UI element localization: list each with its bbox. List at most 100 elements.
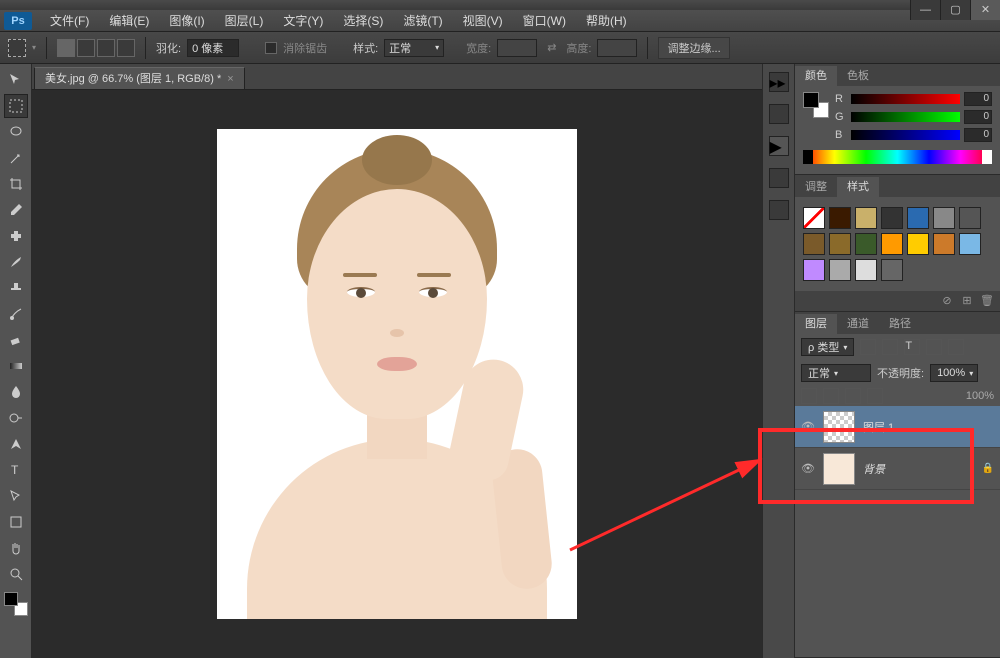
brushes-dock-icon[interactable]	[769, 168, 789, 188]
spectrum-bar[interactable]	[803, 150, 992, 164]
char-dock-icon[interactable]	[769, 200, 789, 220]
style-swatch[interactable]	[829, 233, 851, 255]
marquee-tool[interactable]	[4, 94, 28, 118]
close-tab-icon[interactable]: ×	[227, 68, 233, 90]
layer-filter-select[interactable]: ρ 类型▾	[801, 338, 854, 356]
b-slider[interactable]	[851, 130, 960, 140]
clear-style-icon[interactable]: ⊘	[940, 294, 954, 308]
style-swatch[interactable]	[803, 233, 825, 255]
style-swatch[interactable]	[933, 233, 955, 255]
style-swatch[interactable]	[803, 207, 825, 229]
trash-icon[interactable]: 🗑	[980, 294, 994, 308]
tool-preset-icon[interactable]	[8, 39, 26, 57]
lock-pos-icon[interactable]	[845, 388, 861, 404]
style-swatch[interactable]	[881, 259, 903, 281]
history-brush-tool[interactable]	[4, 302, 28, 326]
tab-swatches[interactable]: 色板	[837, 66, 879, 86]
maximize-button[interactable]: ▢	[940, 0, 970, 20]
tab-adjust[interactable]: 调整	[795, 177, 837, 197]
stamp-tool[interactable]	[4, 276, 28, 300]
tab-channels[interactable]: 通道	[837, 314, 879, 334]
minimize-button[interactable]: —	[910, 0, 940, 20]
menu-item[interactable]: 文件(F)	[40, 12, 99, 29]
heal-tool[interactable]	[4, 224, 28, 248]
style-swatch[interactable]	[829, 207, 851, 229]
filter-smart-icon[interactable]	[948, 339, 964, 355]
lasso-tool[interactable]	[4, 120, 28, 144]
pen-tool[interactable]	[4, 432, 28, 456]
layer-name[interactable]: 背景	[863, 461, 885, 477]
opacity-input[interactable]: 100%▾	[930, 364, 978, 382]
menu-item[interactable]: 图层(L)	[215, 12, 274, 29]
hand-tool[interactable]	[4, 536, 28, 560]
menu-item[interactable]: 窗口(W)	[513, 12, 576, 29]
color-fgbg-swatch[interactable]	[803, 92, 829, 118]
path-select-tool[interactable]	[4, 484, 28, 508]
document-tab[interactable]: 美女.jpg @ 66.7% (图层 1, RGB/8) * ×	[34, 67, 245, 89]
eyedropper-tool[interactable]	[4, 198, 28, 222]
style-swatch[interactable]	[959, 207, 981, 229]
lock-all-icon[interactable]	[867, 388, 883, 404]
style-swatch[interactable]	[881, 233, 903, 255]
selection-new-icon[interactable]	[57, 39, 75, 57]
properties-dock-icon[interactable]: ▶	[769, 136, 789, 156]
style-swatch[interactable]	[907, 207, 929, 229]
shape-tool[interactable]	[4, 510, 28, 534]
feather-input[interactable]	[187, 39, 239, 57]
filter-adjust-icon[interactable]	[882, 339, 898, 355]
dock-icon-1[interactable]: ▸▸	[769, 72, 789, 92]
antialias-checkbox[interactable]	[265, 42, 277, 54]
lock-pixel-icon[interactable]	[823, 388, 839, 404]
layer-thumb[interactable]	[823, 411, 855, 443]
layer-thumb[interactable]	[823, 453, 855, 485]
close-button[interactable]: ✕	[970, 0, 1000, 20]
menu-item[interactable]: 滤镜(T)	[393, 12, 452, 29]
type-tool[interactable]: T	[4, 458, 28, 482]
filter-type-icon[interactable]: T	[904, 339, 920, 355]
r-slider[interactable]	[851, 94, 960, 104]
history-dock-icon[interactable]	[769, 104, 789, 124]
layer-item-bg[interactable]: 👁 背景 🔒	[795, 448, 1000, 490]
style-swatch[interactable]	[855, 207, 877, 229]
g-value[interactable]: 0	[964, 110, 992, 124]
style-swatch[interactable]	[855, 259, 877, 281]
new-style-icon[interactable]: ⊞	[960, 294, 974, 308]
menu-item[interactable]: 帮助(H)	[576, 12, 637, 29]
tab-color[interactable]: 颜色	[795, 66, 837, 86]
style-select[interactable]: 正常▾	[384, 39, 444, 57]
refine-edge-button[interactable]: 调整边缘...	[658, 37, 729, 59]
dodge-tool[interactable]	[4, 406, 28, 430]
canvas[interactable]	[217, 129, 577, 619]
layer-item-1[interactable]: 👁 图层 1	[795, 406, 1000, 448]
style-swatch[interactable]	[803, 259, 825, 281]
lock-trans-icon[interactable]	[801, 388, 817, 404]
move-tool[interactable]	[4, 68, 28, 92]
b-value[interactable]: 0	[964, 128, 992, 142]
style-swatch[interactable]	[855, 233, 877, 255]
menu-item[interactable]: 图像(I)	[159, 12, 214, 29]
g-slider[interactable]	[851, 112, 960, 122]
blend-mode-select[interactable]: 正常▾	[801, 364, 871, 382]
style-swatch[interactable]	[933, 207, 955, 229]
tab-paths[interactable]: 路径	[879, 314, 921, 334]
menu-item[interactable]: 编辑(E)	[99, 12, 159, 29]
style-swatch[interactable]	[881, 207, 903, 229]
filter-shape-icon[interactable]	[926, 339, 942, 355]
selection-subtract-icon[interactable]	[97, 39, 115, 57]
wand-tool[interactable]	[4, 146, 28, 170]
brush-tool[interactable]	[4, 250, 28, 274]
style-swatch[interactable]	[907, 233, 929, 255]
visibility-icon[interactable]: 👁	[801, 462, 815, 476]
tab-layers[interactable]: 图层	[795, 314, 837, 334]
selection-intersect-icon[interactable]	[117, 39, 135, 57]
style-swatch[interactable]	[959, 233, 981, 255]
menu-item[interactable]: 视图(V)	[453, 12, 513, 29]
visibility-icon[interactable]: 👁	[801, 420, 815, 434]
blur-tool[interactable]	[4, 380, 28, 404]
selection-add-icon[interactable]	[77, 39, 95, 57]
tab-styles[interactable]: 样式	[837, 177, 879, 197]
style-swatch[interactable]	[829, 259, 851, 281]
zoom-tool[interactable]	[4, 562, 28, 586]
crop-tool[interactable]	[4, 172, 28, 196]
color-swatch-tool[interactable]	[4, 592, 28, 616]
